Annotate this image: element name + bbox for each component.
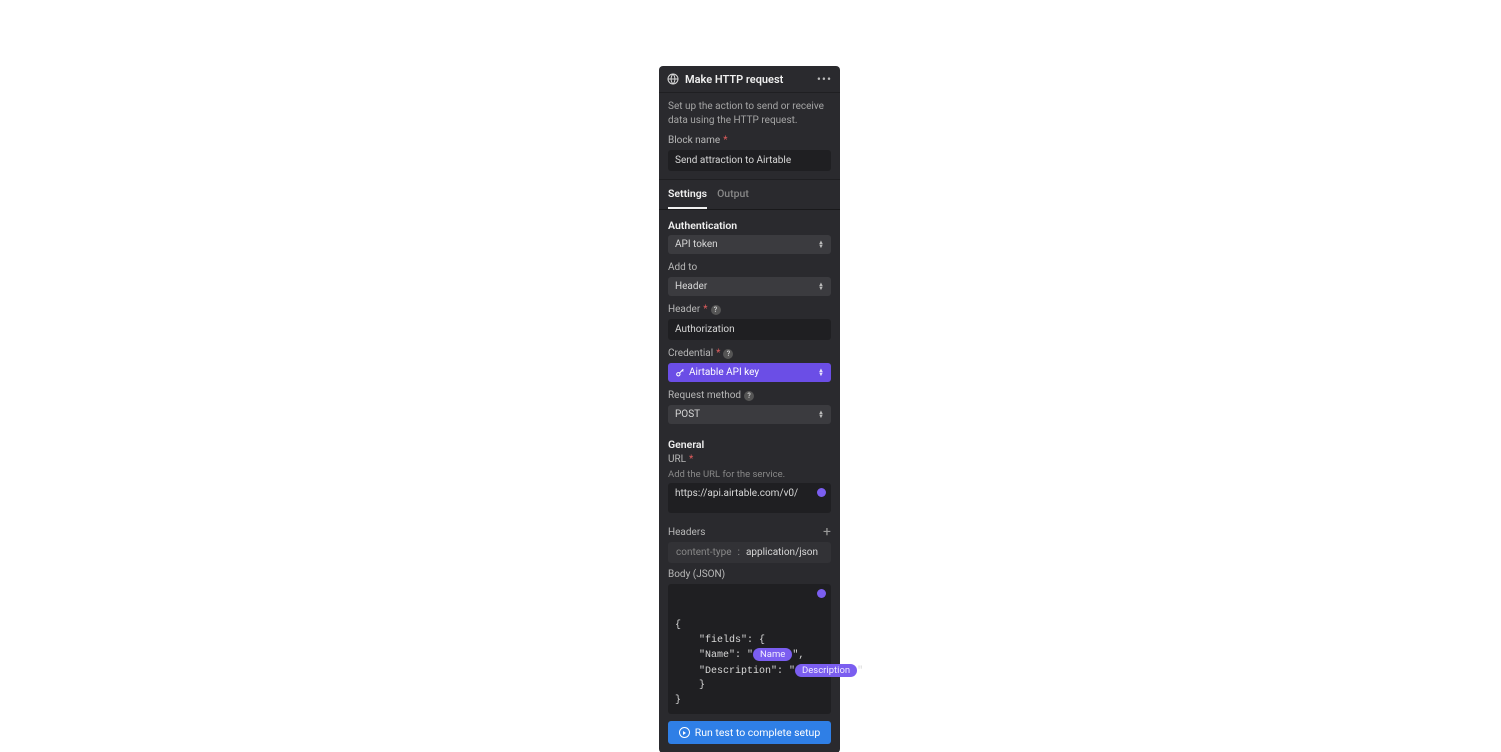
chevron-updown-icon: ▲▼ bbox=[818, 283, 824, 291]
tab-output[interactable]: Output bbox=[717, 180, 749, 209]
block-name-label: Block name * bbox=[668, 135, 831, 146]
block-name-group: Block name * Send attraction to Airtable bbox=[659, 135, 840, 179]
globe-icon bbox=[667, 73, 679, 85]
headers-row: Headers + bbox=[659, 521, 840, 542]
help-icon[interactable]: ? bbox=[723, 349, 733, 359]
header-group: Header * ? Authorization bbox=[659, 304, 840, 348]
add-to-select[interactable]: Header ▲▼ bbox=[668, 277, 831, 296]
credential-select[interactable]: Airtable API key ▲▼ bbox=[668, 363, 831, 382]
variable-chip-name[interactable]: Name bbox=[753, 648, 792, 661]
credential-group: Credential * ? Airtable API key ▲▼ bbox=[659, 348, 840, 390]
header-input[interactable]: Authorization bbox=[668, 319, 831, 340]
chevron-updown-icon: ▲▼ bbox=[818, 241, 824, 249]
url-label: URL * bbox=[668, 454, 831, 465]
add-to-label: Add to bbox=[668, 262, 831, 273]
key-icon bbox=[675, 368, 685, 378]
url-group: URL * Add the URL for the service. https… bbox=[659, 454, 840, 521]
auth-type-group: API token ▲▼ bbox=[659, 235, 840, 262]
body-input[interactable]: { "fields": { "Name": "Name", "Descripti… bbox=[668, 584, 831, 714]
run-test-button[interactable]: Run test to complete setup bbox=[668, 721, 831, 744]
tab-bar: Settings Output bbox=[659, 179, 840, 210]
auth-type-select[interactable]: API token ▲▼ bbox=[668, 235, 831, 254]
panel-title: Make HTTP request bbox=[685, 73, 817, 86]
chevron-updown-icon: ▲▼ bbox=[818, 369, 824, 377]
panel-header: Make HTTP request ••• bbox=[659, 66, 840, 93]
required-marker: * bbox=[716, 348, 720, 359]
url-input[interactable]: https://api.airtable.com/v0/ bbox=[668, 483, 831, 513]
play-icon bbox=[679, 727, 690, 738]
header-label: Header * ? bbox=[668, 304, 831, 315]
config-panel: Make HTTP request ••• Set up the action … bbox=[659, 66, 840, 752]
required-marker: * bbox=[723, 135, 727, 146]
header-value: application/json bbox=[746, 547, 818, 558]
request-method-select[interactable]: POST ▲▼ bbox=[668, 405, 831, 424]
variable-indicator-icon[interactable] bbox=[817, 488, 826, 497]
help-icon[interactable]: ? bbox=[711, 305, 721, 315]
help-icon[interactable]: ? bbox=[744, 391, 754, 401]
tab-settings[interactable]: Settings bbox=[668, 180, 707, 209]
credential-label: Credential * ? bbox=[668, 348, 831, 359]
authentication-section-title: Authentication bbox=[659, 213, 840, 235]
request-method-group: Request method ? POST ▲▼ bbox=[659, 390, 840, 432]
add-header-icon[interactable]: + bbox=[823, 525, 831, 539]
chevron-updown-icon: ▲▼ bbox=[818, 411, 824, 419]
general-section-title: General bbox=[659, 432, 840, 454]
request-method-label: Request method ? bbox=[668, 390, 831, 401]
required-marker: * bbox=[689, 454, 693, 465]
required-marker: * bbox=[703, 304, 707, 315]
add-to-group: Add to Header ▲▼ bbox=[659, 262, 840, 304]
block-name-input[interactable]: Send attraction to Airtable bbox=[668, 150, 831, 171]
body-label: Body (JSON) bbox=[668, 569, 831, 580]
body-label-group: Body (JSON) bbox=[659, 569, 840, 580]
header-key: content-type bbox=[676, 547, 732, 558]
header-kv-row[interactable]: content-type : application/json bbox=[668, 542, 831, 563]
headers-label: Headers bbox=[668, 527, 705, 538]
variable-chip-description[interactable]: Description bbox=[795, 664, 857, 677]
url-hint: Add the URL for the service. bbox=[668, 469, 831, 480]
panel-description: Set up the action to send or receive dat… bbox=[659, 93, 840, 135]
variable-indicator-icon[interactable] bbox=[817, 589, 826, 598]
more-menu-icon[interactable]: ••• bbox=[817, 72, 832, 86]
